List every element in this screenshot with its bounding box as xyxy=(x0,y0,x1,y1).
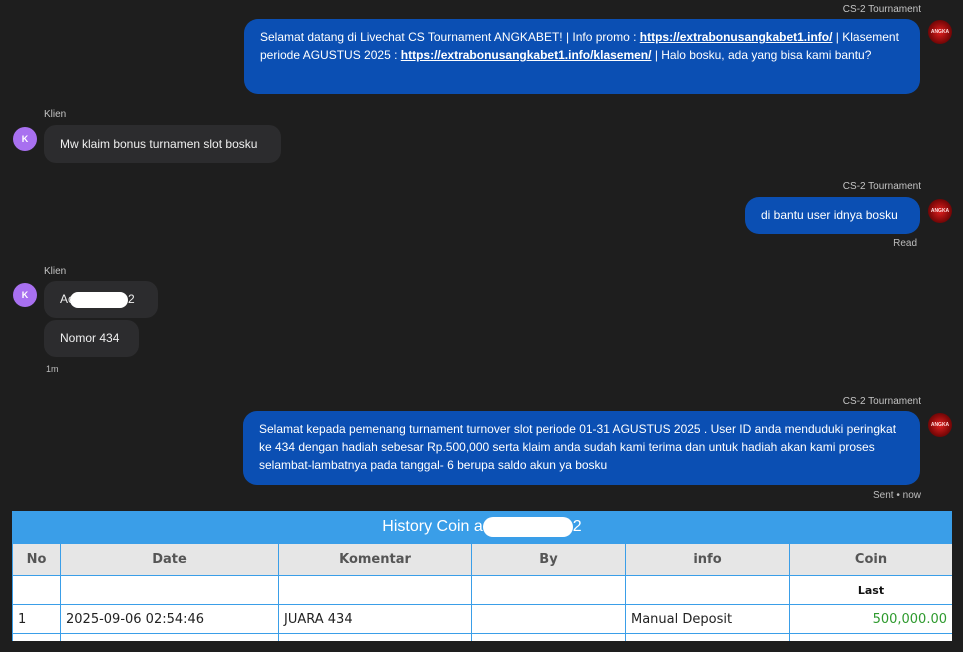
redaction-mark xyxy=(70,291,129,308)
klasemen-link[interactable]: https://extrabonusangkabet1.info/klaseme… xyxy=(401,48,652,62)
table-header-row: No Date Komentar By info Coin xyxy=(12,543,952,576)
promo-link[interactable]: https://extrabonusangkabet1.info/ xyxy=(640,30,833,44)
column-header-komentar[interactable]: Komentar xyxy=(278,543,472,576)
read-status: Read xyxy=(893,238,917,249)
column-header-by[interactable]: By xyxy=(471,543,626,576)
table-cell xyxy=(625,633,790,641)
sender-label-client: Klien xyxy=(44,109,67,120)
agent-message-winner: Selamat kepada pemenang turnament turnov… xyxy=(243,411,920,485)
row-komentar: JUARA 434 xyxy=(278,604,472,634)
history-title: History Coin a 2 xyxy=(12,511,952,543)
client-message-userid: Ac 2 xyxy=(44,281,158,318)
row-no: 1 xyxy=(12,604,61,634)
agent-avatar: ANGKA xyxy=(928,413,952,437)
history-table: No Date Komentar By info Coin Last 1 202… xyxy=(12,543,952,641)
column-header-info[interactable]: info xyxy=(625,543,790,576)
column-header-coin[interactable]: Coin xyxy=(789,543,952,576)
row-by xyxy=(471,604,626,634)
redaction-mark xyxy=(482,517,573,537)
agent-logo-text: ANGKA xyxy=(930,422,950,428)
table-row xyxy=(12,633,952,641)
message-text: Selamat datang di Livechat CS Tournament… xyxy=(260,30,640,44)
client-message: Nomor 434 xyxy=(44,320,139,357)
sender-label-agent: CS-2 Tournament xyxy=(842,4,921,15)
history-coin-panel: History Coin a 2 No Date Komentar By info… xyxy=(12,511,952,641)
agent-avatar: ANGKA xyxy=(928,20,952,44)
agent-avatar: ANGKA xyxy=(928,199,952,223)
agent-message: di bantu user idnya bosku xyxy=(745,197,920,234)
last-label: Last xyxy=(789,575,952,605)
table-summary-row: Last xyxy=(12,575,952,605)
client-avatar: K xyxy=(13,283,37,307)
row-coin: 500,000.00 xyxy=(789,604,952,634)
client-message: Mw klaim bonus turnamen slot bosku xyxy=(44,125,281,163)
row-date: 2025-09-06 02:54:46 xyxy=(60,604,279,634)
sender-label-client: Klien xyxy=(44,266,67,277)
table-cell xyxy=(789,633,952,641)
table-cell xyxy=(278,633,472,641)
column-header-date[interactable]: Date xyxy=(60,543,279,576)
column-header-no[interactable]: No xyxy=(12,543,61,576)
message-text: | Halo bosku, ada yang bisa kami bantu? xyxy=(651,48,872,62)
table-cell xyxy=(60,575,279,605)
table-cell xyxy=(278,575,472,605)
table-row: 1 2025-09-06 02:54:46 JUARA 434 Manual D… xyxy=(12,604,952,634)
sent-status: Sent • now xyxy=(873,490,921,501)
row-info: Manual Deposit xyxy=(625,604,790,634)
table-cell xyxy=(12,575,61,605)
agent-logo-text: ANGKA xyxy=(930,208,950,214)
history-title-prefix: History Coin a xyxy=(382,518,483,535)
table-cell xyxy=(471,633,626,641)
table-cell xyxy=(60,633,279,641)
message-time: 1m xyxy=(46,364,59,374)
userid-suffix: 2 xyxy=(128,292,135,306)
table-cell xyxy=(625,575,790,605)
client-avatar: K xyxy=(13,127,37,151)
agent-logo-text: ANGKA xyxy=(930,29,950,35)
sender-label-agent: CS-2 Tournament xyxy=(842,181,921,192)
agent-message-welcome: Selamat datang di Livechat CS Tournament… xyxy=(244,19,920,94)
table-cell xyxy=(12,633,61,641)
history-title-suffix: 2 xyxy=(572,518,582,535)
sender-label-agent: CS-2 Tournament xyxy=(842,396,921,407)
table-cell xyxy=(471,575,626,605)
